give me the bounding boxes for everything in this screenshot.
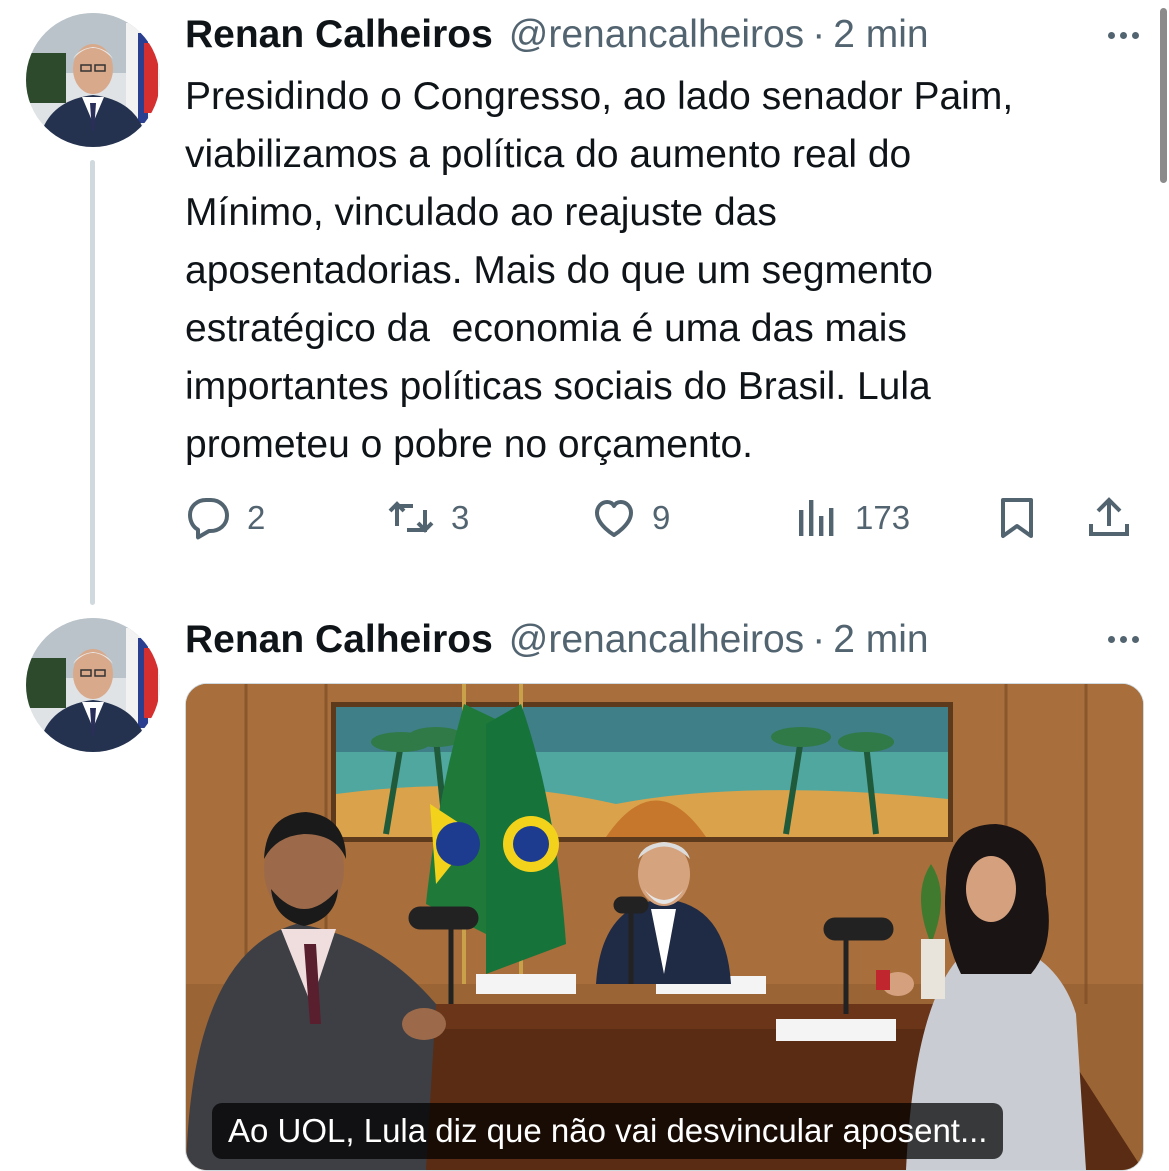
like-count: 9	[652, 499, 671, 536]
tweet-media-image[interactable]	[185, 683, 1144, 1171]
retweet-button[interactable]: 3	[385, 488, 469, 548]
bookmark-icon	[993, 494, 1041, 542]
reply-icon	[185, 494, 233, 542]
more-dots-icon[interactable]	[1099, 624, 1147, 654]
views-button[interactable]: 173	[793, 488, 910, 548]
tweet-actions: 2 3 9 173	[185, 488, 1145, 548]
thread-line	[90, 160, 95, 605]
media-caption: Ao UOL, Lula diz que não vai desvincular…	[212, 1103, 1004, 1159]
timestamp[interactable]: 2 min	[833, 618, 928, 662]
retweet-icon	[385, 494, 437, 542]
author-name[interactable]: Renan Calheiros	[185, 618, 493, 662]
timestamp[interactable]: 2 min	[833, 13, 928, 57]
separator: ·	[812, 13, 826, 56]
like-icon	[590, 494, 638, 542]
author-handle[interactable]: @renancalheiros	[509, 13, 804, 57]
avatar[interactable]	[26, 618, 160, 752]
reply-count: 2	[247, 499, 266, 536]
author-handle[interactable]: @renancalheiros	[509, 618, 804, 662]
share-icon	[1085, 494, 1133, 542]
views-icon	[793, 494, 841, 542]
scrollbar[interactable]	[1160, 8, 1167, 183]
more-dots-icon[interactable]	[1099, 20, 1147, 50]
tweet-text: Presidindo o Congresso, ao lado senador …	[185, 75, 1014, 466]
reply-button[interactable]: 2	[185, 488, 265, 548]
separator: ·	[812, 618, 826, 661]
share-button[interactable]	[1085, 488, 1133, 548]
bookmark-button[interactable]	[993, 488, 1041, 548]
views-count: 173	[855, 499, 911, 536]
author-name[interactable]: Renan Calheiros	[185, 13, 493, 57]
avatar[interactable]	[26, 13, 160, 147]
tweet-header: Renan Calheiros @renancalheiros · 2 min	[185, 10, 929, 60]
like-button[interactable]: 9	[590, 488, 670, 548]
retweet-count: 3	[451, 499, 470, 536]
tweet-header: Renan Calheiros @renancalheiros · 2 min	[185, 615, 929, 665]
